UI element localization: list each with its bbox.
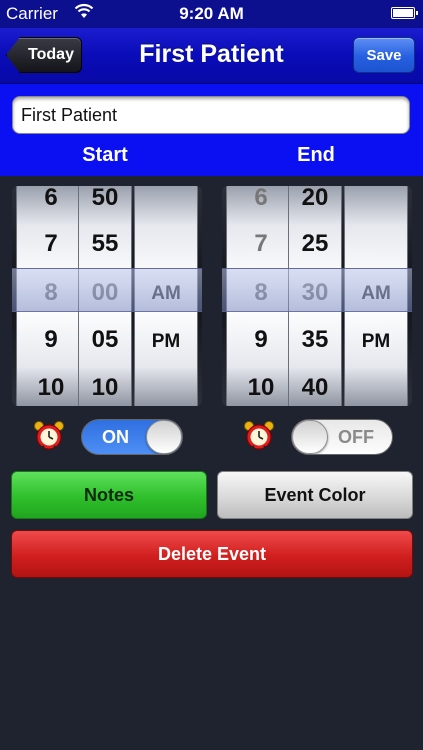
end-hour-option[interactable]: 9 <box>227 326 295 354</box>
alarm-clock-icon[interactable] <box>33 420 65 452</box>
delete-event-button[interactable]: Delete Event <box>11 530 413 578</box>
start-time-picker[interactable]: 6 7 8 9 10 50 55 00 05 10 AM PM <box>12 186 202 406</box>
end-ampm-option[interactable]: PM <box>345 331 407 353</box>
start-label: Start <box>82 144 128 166</box>
event-color-button[interactable]: Event Color <box>217 471 413 519</box>
end-alarm-state: OFF <box>338 427 374 447</box>
status-bar: Carrier 9:20 AM <box>0 0 423 28</box>
end-label: End <box>297 144 335 166</box>
page-title: First Patient <box>139 40 284 68</box>
start-minute-option[interactable]: 55 <box>79 230 131 258</box>
alarm-clock-icon[interactable] <box>243 420 275 452</box>
end-time-picker[interactable]: 6 7 8 9 10 20 25 30 35 40 AM PM <box>222 186 412 406</box>
end-minute-option[interactable]: 35 <box>289 326 341 354</box>
start-minute-option[interactable]: 10 <box>79 374 131 402</box>
end-minute-option[interactable]: 25 <box>289 230 341 258</box>
start-hour-option[interactable]: 7 <box>17 230 85 258</box>
start-hour-option[interactable]: 10 <box>17 374 85 402</box>
end-ampm-wheel[interactable]: AM PM <box>344 186 408 406</box>
back-button[interactable]: Today <box>6 37 82 73</box>
end-ampm-option[interactable]: AM <box>345 283 407 305</box>
start-hour-option[interactable]: 8 <box>17 279 85 307</box>
end-minute-wheel[interactable]: 20 25 30 35 40 <box>288 186 342 406</box>
event-name-input[interactable] <box>12 96 410 134</box>
start-ampm-option[interactable]: AM <box>135 283 197 305</box>
end-minute-option[interactable]: 20 <box>289 186 341 212</box>
end-hour-wheel[interactable]: 6 7 8 9 10 <box>226 186 296 406</box>
end-hour-option[interactable]: 7 <box>227 230 295 258</box>
end-minute-option[interactable]: 40 <box>289 374 341 402</box>
start-minute-option[interactable]: 50 <box>79 186 131 212</box>
battery-icon <box>391 7 418 19</box>
start-alarm-toggle[interactable]: ON <box>81 419 183 455</box>
start-alarm-state: ON <box>102 427 129 447</box>
end-alarm-toggle[interactable]: OFF <box>291 419 393 455</box>
start-hour-option[interactable]: 9 <box>17 326 85 354</box>
clock-time: 9:20 AM <box>179 4 244 23</box>
start-hour-wheel[interactable]: 6 7 8 9 10 <box>16 186 86 406</box>
navigation-bar: Today First Patient Save <box>0 28 423 84</box>
end-hour-option[interactable]: 6 <box>227 186 295 212</box>
toggle-knob[interactable] <box>146 420 182 454</box>
start-hour-option[interactable]: 6 <box>17 186 85 212</box>
end-minute-option[interactable]: 30 <box>289 279 341 307</box>
end-hour-option[interactable]: 10 <box>227 374 295 402</box>
start-minute-option[interactable]: 05 <box>79 326 131 354</box>
save-button[interactable]: Save <box>353 37 415 73</box>
end-hour-option[interactable]: 8 <box>227 279 295 307</box>
toggle-knob[interactable] <box>292 420 328 454</box>
event-header: Start End <box>0 84 423 176</box>
start-ampm-wheel[interactable]: AM PM <box>134 186 198 406</box>
start-minute-option[interactable]: 00 <box>79 279 131 307</box>
notes-button[interactable]: Notes <box>11 471 207 519</box>
start-minute-wheel[interactable]: 50 55 00 05 10 <box>78 186 132 406</box>
start-ampm-option[interactable]: PM <box>135 331 197 353</box>
